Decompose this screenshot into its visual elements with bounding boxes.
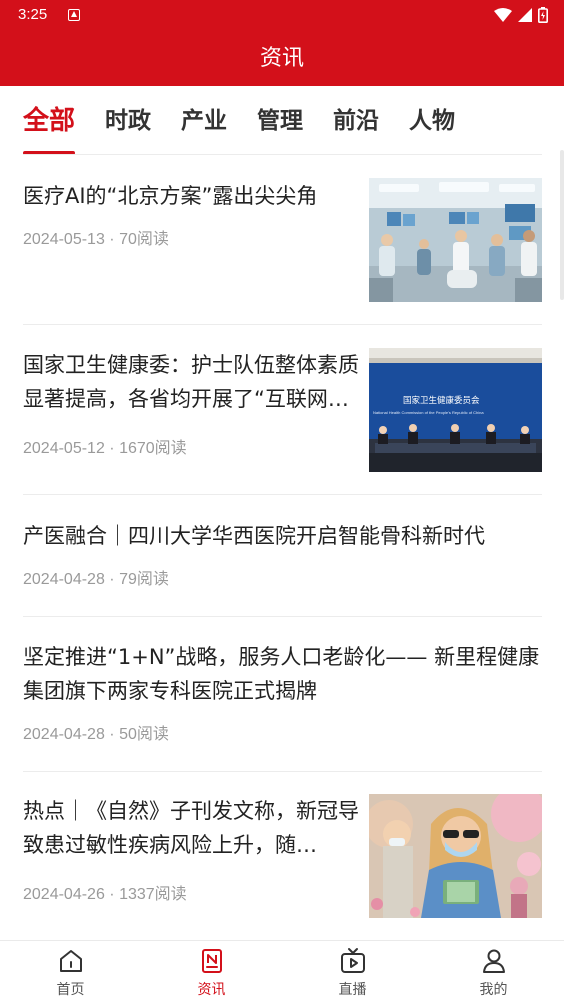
article-item[interactable]: 坚定推进“1+N”战略，服务人口老龄化—— 新里程健康集团旗下两家专科医院正式揭… xyxy=(23,640,542,744)
article-title: 坚定推进“1+N”战略，服务人口老龄化—— 新里程健康集团旗下两家专科医院正式揭… xyxy=(23,645,540,703)
nav-label: 直播 xyxy=(338,982,367,998)
article-thumbnail xyxy=(369,178,542,302)
news-icon xyxy=(201,949,222,973)
nav-live[interactable]: 直播 xyxy=(282,941,423,1002)
nav-home[interactable]: 首页 xyxy=(0,941,141,1002)
tab-people[interactable]: 人物 xyxy=(409,100,455,155)
nav-profile[interactable]: 我的 xyxy=(423,941,564,1002)
banner-text-en: National Health Commission of the People… xyxy=(373,410,484,415)
profile-icon xyxy=(482,949,505,973)
article-item[interactable]: 国家卫生健康委：护士队伍整体素质显著提高，各省均开展了“互联网+护理服务” 20… xyxy=(23,348,542,472)
divider xyxy=(23,771,542,772)
status-icons xyxy=(494,7,548,23)
article-item[interactable]: 产医融合｜四川大学华西医院开启智能骨科新时代 2024-04-28 · 79阅读 xyxy=(23,519,542,589)
battery-icon xyxy=(538,7,548,23)
status-time: 3:25 xyxy=(18,6,48,23)
nav-label: 资讯 xyxy=(197,982,226,998)
article-meta: 2024-05-13 · 70阅读 xyxy=(23,231,169,248)
article-title: 国家卫生健康委：护士队伍整体素质显著提高，各省均开展了“互联网+护理服务” xyxy=(23,353,359,411)
article-title: 医疗AI的“北京方案”露出尖尖角 xyxy=(23,184,318,208)
divider xyxy=(23,616,542,617)
wifi-icon xyxy=(494,8,512,22)
bottom-nav: 首页 资讯 直播 我的 xyxy=(0,940,564,1002)
nav-news[interactable]: 资讯 xyxy=(141,941,282,1002)
tab-politics[interactable]: 时政 xyxy=(105,100,151,155)
article-title: 产医融合｜四川大学华西医院开启智能骨科新时代 xyxy=(23,524,485,548)
article-meta: 2024-04-28 · 79阅读 xyxy=(23,571,169,588)
notification-icon xyxy=(68,9,80,21)
divider xyxy=(23,494,542,495)
page-title: 资讯 xyxy=(259,46,304,71)
scrollbar[interactable] xyxy=(560,150,564,300)
tab-frontier[interactable]: 前沿 xyxy=(333,100,379,155)
article-thumbnail xyxy=(369,794,542,918)
app-header: 3:25 资讯 xyxy=(0,0,564,86)
article-item[interactable]: 热点｜《自然》子刊发文称，新冠导致患过敏性疾病风险上升，随… 2024-04-2… xyxy=(23,794,542,918)
tab-all[interactable]: 全部 xyxy=(23,100,76,155)
article-meta: 2024-05-12 · 1670阅读 xyxy=(23,440,187,457)
category-tabs: 全部 时政 产业 管理 前沿 人物 xyxy=(23,100,455,155)
signal-icon xyxy=(518,8,532,22)
banner-text-cn: 国家卫生健康委员会 xyxy=(403,395,480,406)
nav-label: 首页 xyxy=(56,982,85,998)
tabs-divider xyxy=(23,154,542,155)
article-thumbnail: 国家卫生健康委员会 National Health Commission of … xyxy=(369,348,542,472)
nav-label: 我的 xyxy=(479,982,508,998)
status-bar: 3:25 xyxy=(0,0,564,30)
tab-management[interactable]: 管理 xyxy=(257,100,303,155)
live-tv-icon xyxy=(340,948,365,973)
divider xyxy=(23,324,542,325)
tab-industry[interactable]: 产业 xyxy=(181,100,227,155)
article-item[interactable]: 医疗AI的“北京方案”露出尖尖角 2024-05-13 · 70阅读 xyxy=(23,178,542,302)
article-meta: 2024-04-28 · 50阅读 xyxy=(23,726,169,743)
article-title: 热点｜《自然》子刊发文称，新冠导致患过敏性疾病风险上升，随… xyxy=(23,799,359,857)
article-meta: 2024-04-26 · 1337阅读 xyxy=(23,886,187,903)
home-icon xyxy=(59,950,82,972)
